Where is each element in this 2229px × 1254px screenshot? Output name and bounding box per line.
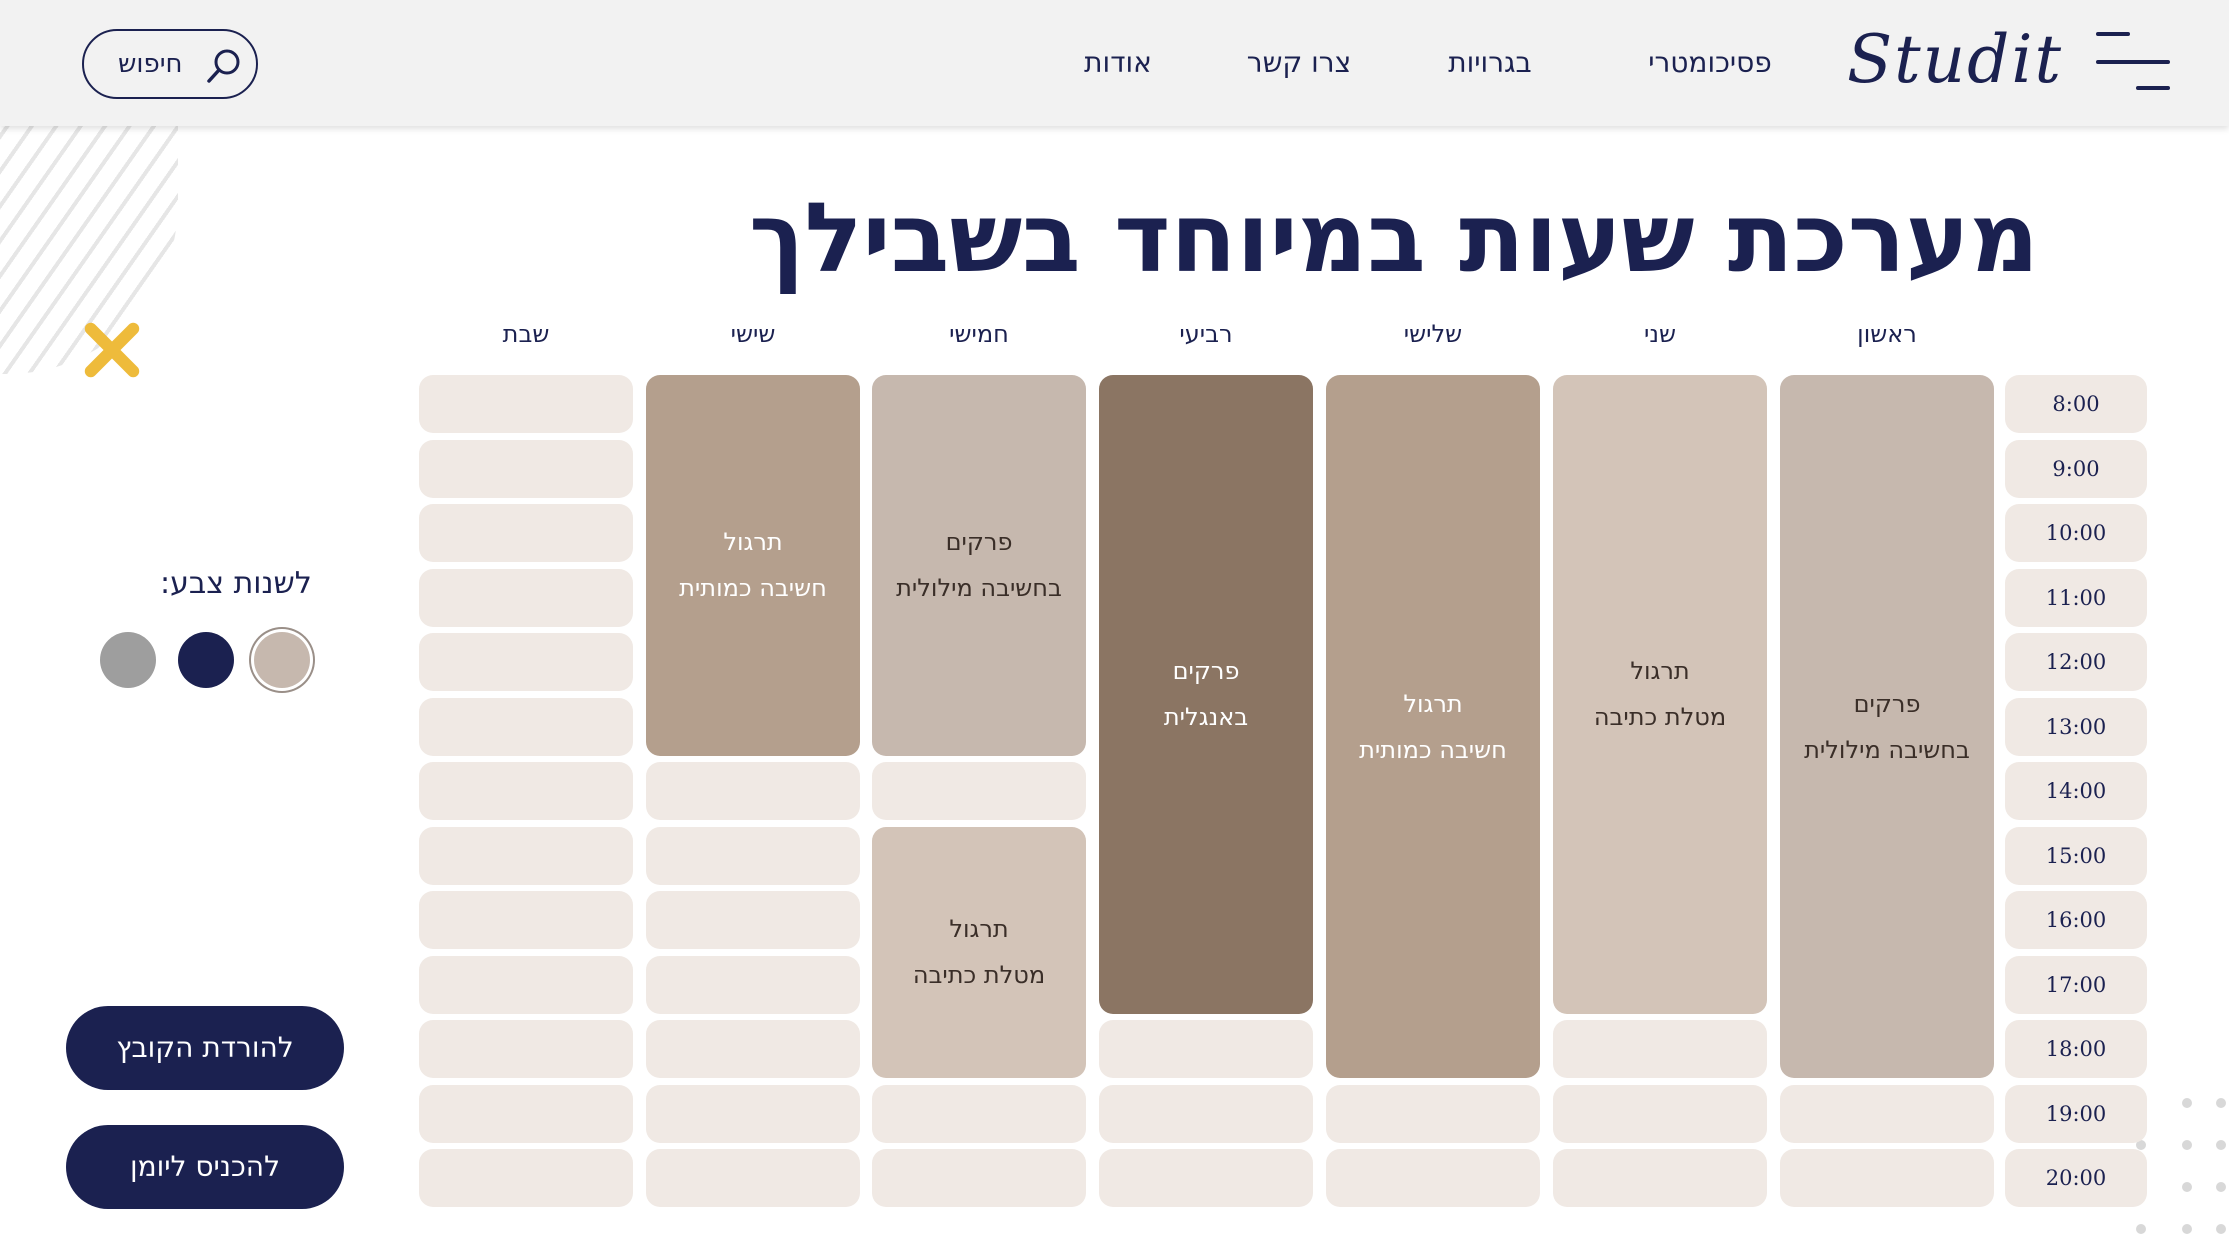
- day-header: חמישי: [949, 320, 1009, 348]
- empty-slot[interactable]: [1553, 1084, 1767, 1143]
- schedule-event[interactable]: פרקים בחשיבה מילולית: [1780, 375, 1994, 1078]
- empty-slot[interactable]: [1780, 1084, 1994, 1143]
- event-title: תרגול: [1630, 657, 1690, 686]
- event-subject: באנגלית: [1163, 703, 1249, 732]
- time-label: 17:00: [2005, 955, 2147, 1014]
- time-label: 19:00: [2005, 1084, 2147, 1143]
- nav-about[interactable]: אודות: [1070, 40, 1166, 86]
- time-label: 15:00: [2005, 826, 2147, 885]
- time-label: 20:00: [2005, 1149, 2147, 1207]
- page: Studit פסיכומטרי בגרויות צרו קשר אודות ח…: [0, 0, 2229, 1254]
- time-label: 16:00: [2005, 891, 2147, 949]
- empty-slot[interactable]: [1099, 1149, 1313, 1207]
- empty-slot[interactable]: [1553, 1020, 1767, 1078]
- empty-slot[interactable]: [872, 762, 1086, 820]
- search-button[interactable]: חיפוש: [82, 29, 258, 99]
- event-subject: חשיבה כמותית: [679, 574, 827, 603]
- empty-slot[interactable]: [419, 568, 633, 627]
- empty-slot[interactable]: [419, 697, 633, 756]
- download-file-button[interactable]: להורדת הקובץ: [66, 1006, 344, 1090]
- schedule-event[interactable]: תרגול חשיבה כמותית: [1326, 375, 1540, 1078]
- event-title: פרקים: [1853, 689, 1921, 718]
- hamburger-menu-icon[interactable]: [2090, 28, 2170, 94]
- empty-slot[interactable]: [646, 891, 860, 949]
- event-title: תרגול: [723, 528, 783, 557]
- event-subject: מטלת כתיבה: [912, 961, 1046, 990]
- empty-slot[interactable]: [419, 375, 633, 433]
- color-swatch[interactable]: [100, 632, 156, 688]
- event-title: תרגול: [1403, 689, 1463, 718]
- empty-slot[interactable]: [646, 826, 860, 885]
- empty-slot[interactable]: [419, 439, 633, 498]
- day-header: שני: [1644, 320, 1676, 348]
- schedule-event[interactable]: תרגול מטלת כתיבה: [1553, 375, 1767, 1014]
- empty-slot[interactable]: [646, 1149, 860, 1207]
- empty-slot[interactable]: [872, 1084, 1086, 1143]
- empty-slot[interactable]: [1099, 1020, 1313, 1078]
- time-label: 8:00: [2005, 375, 2147, 433]
- empty-slot[interactable]: [1326, 1084, 1540, 1143]
- empty-slot[interactable]: [1553, 1149, 1767, 1207]
- empty-slot[interactable]: [419, 1149, 633, 1207]
- header: Studit פסיכומטרי בגרויות צרו קשר אודות ח…: [0, 0, 2229, 126]
- empty-slot[interactable]: [419, 504, 633, 562]
- nav-matriculation[interactable]: בגרויות: [1420, 40, 1560, 86]
- empty-slot[interactable]: [419, 762, 633, 820]
- empty-slot[interactable]: [419, 633, 633, 691]
- event-subject: מטלת כתיבה: [1593, 703, 1727, 732]
- time-label: 12:00: [2005, 633, 2147, 691]
- time-label: 11:00: [2005, 568, 2147, 627]
- empty-slot[interactable]: [419, 826, 633, 885]
- search-label: חיפוש: [118, 49, 183, 79]
- add-to-calendar-button[interactable]: להכניס ליומן: [66, 1125, 344, 1209]
- schedule-event[interactable]: פרקים בחשיבה מילולית: [872, 375, 1086, 756]
- time-label: 18:00: [2005, 1020, 2147, 1078]
- logo[interactable]: Studit: [1830, 20, 2080, 100]
- empty-slot[interactable]: [646, 1020, 860, 1078]
- nav-contact[interactable]: צרו קשר: [1236, 40, 1362, 86]
- color-swatch[interactable]: [254, 632, 310, 688]
- day-header: שבת: [502, 320, 550, 348]
- empty-slot[interactable]: [1099, 1084, 1313, 1143]
- search-icon: [207, 49, 240, 83]
- schedule-event[interactable]: תרגול מטלת כתיבה: [872, 826, 1086, 1078]
- time-label: 10:00: [2005, 504, 2147, 562]
- event-title: פרקים: [945, 528, 1013, 557]
- day-header: שישי: [730, 320, 776, 348]
- empty-slot[interactable]: [872, 1149, 1086, 1207]
- nav-psychometric[interactable]: פסיכומטרי: [1610, 40, 1810, 86]
- event-subject: בחשיבה מילולית: [896, 574, 1062, 603]
- empty-slot[interactable]: [419, 1020, 633, 1078]
- page-title: מערכת שעות במיוחד בשבילך: [749, 182, 2039, 294]
- day-header: שלישי: [1403, 320, 1463, 348]
- color-swatch[interactable]: [178, 632, 234, 688]
- empty-slot[interactable]: [1780, 1149, 1994, 1207]
- schedule-event[interactable]: פרקים באנגלית: [1099, 375, 1313, 1014]
- empty-slot[interactable]: [1326, 1149, 1540, 1207]
- time-label: 14:00: [2005, 762, 2147, 820]
- time-label: 13:00: [2005, 697, 2147, 756]
- schedule-event[interactable]: תרגול חשיבה כמותית: [646, 375, 860, 756]
- empty-slot[interactable]: [419, 891, 633, 949]
- event-title: תרגול: [949, 915, 1009, 944]
- day-header: רביעי: [1179, 320, 1233, 348]
- color-change-label: לשנות צבע:: [160, 566, 312, 601]
- day-header: ראשון: [1857, 320, 1917, 348]
- event-subject: חשיבה כמותית: [1359, 735, 1507, 764]
- time-label: 9:00: [2005, 439, 2147, 498]
- empty-slot[interactable]: [646, 1084, 860, 1143]
- close-icon[interactable]: [80, 318, 144, 382]
- event-subject: בחשיבה מילולית: [1804, 735, 1970, 764]
- event-title: פרקים: [1172, 657, 1240, 686]
- empty-slot[interactable]: [419, 1084, 633, 1143]
- empty-slot[interactable]: [646, 762, 860, 820]
- empty-slot[interactable]: [646, 955, 860, 1014]
- empty-slot[interactable]: [419, 955, 633, 1014]
